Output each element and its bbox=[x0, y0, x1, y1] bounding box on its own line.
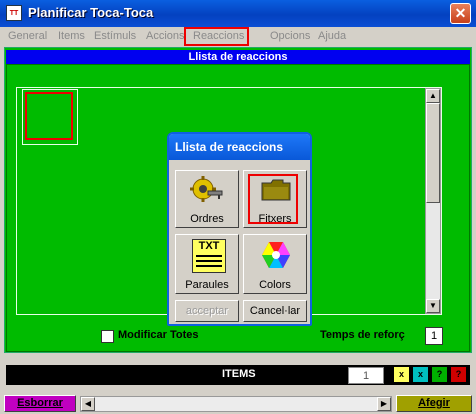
menu-items[interactable]: Items bbox=[58, 30, 85, 42]
text-icon-label: TXT bbox=[198, 240, 220, 252]
menu-ajuda[interactable]: Ajuda bbox=[318, 30, 346, 42]
window-title: Planificar Toca-Toca bbox=[28, 5, 154, 20]
selected-cell-highlight bbox=[25, 92, 73, 140]
paraules-label: Paraules bbox=[185, 279, 229, 291]
red-help-button[interactable]: ? bbox=[450, 366, 467, 383]
colors-label: Colors bbox=[259, 279, 291, 291]
temps-reforc-input[interactable]: 1 bbox=[425, 327, 443, 345]
colors-button[interactable]: Colors bbox=[243, 234, 307, 294]
modificar-totes-checkbox[interactable] bbox=[101, 330, 114, 343]
afegir-button[interactable]: Afegir bbox=[396, 395, 472, 412]
scroll-left-icon[interactable]: ◀ bbox=[81, 397, 95, 411]
menu-general[interactable]: General bbox=[8, 30, 47, 42]
reactions-dialog bbox=[167, 132, 312, 326]
gear-key-icon bbox=[190, 176, 223, 202]
fitxers-highlight-box bbox=[248, 174, 298, 224]
menu-opcions[interactable]: Opcions bbox=[270, 30, 310, 42]
app-icon: TT bbox=[6, 5, 22, 21]
menu-estimuls[interactable]: Estímuls bbox=[94, 30, 136, 42]
temps-reforc-label: Temps de reforç bbox=[320, 329, 405, 341]
scroll-right-icon[interactable]: ▶ bbox=[377, 397, 391, 411]
list-header: Llista de reaccions bbox=[6, 50, 470, 64]
cyan-x-button[interactable]: x bbox=[412, 366, 429, 383]
scroll-thumb[interactable] bbox=[426, 103, 440, 203]
text-icon: TXT bbox=[192, 239, 226, 273]
close-button[interactable]: ✕ bbox=[450, 3, 471, 24]
menu-highlight-box bbox=[184, 27, 249, 46]
cancel-button[interactable]: Cancel·lar bbox=[243, 300, 307, 322]
horizontal-scrollbar[interactable] bbox=[80, 396, 392, 412]
green-help-button[interactable]: ? bbox=[431, 366, 448, 383]
esborrar-button[interactable]: Esborrar bbox=[4, 395, 76, 412]
menu-accions[interactable]: Accions bbox=[146, 30, 185, 42]
items-count: 1 bbox=[348, 367, 384, 384]
paraules-button[interactable]: TXT Paraules bbox=[175, 234, 239, 294]
ordres-label: Ordres bbox=[190, 213, 224, 225]
yellow-x-button[interactable]: x bbox=[393, 366, 410, 383]
ordres-button[interactable]: Ordres bbox=[175, 170, 239, 228]
modificar-totes-label: Modificar Totes bbox=[118, 329, 199, 341]
scroll-down-icon[interactable]: ▼ bbox=[426, 299, 440, 313]
acceptar-button[interactable]: acceptar bbox=[175, 300, 239, 322]
color-wheel-icon bbox=[262, 242, 290, 268]
items-label: ITEMS bbox=[222, 368, 256, 380]
dialog-title: Llista de reaccions bbox=[169, 134, 310, 160]
scroll-up-icon[interactable]: ▲ bbox=[426, 89, 440, 103]
